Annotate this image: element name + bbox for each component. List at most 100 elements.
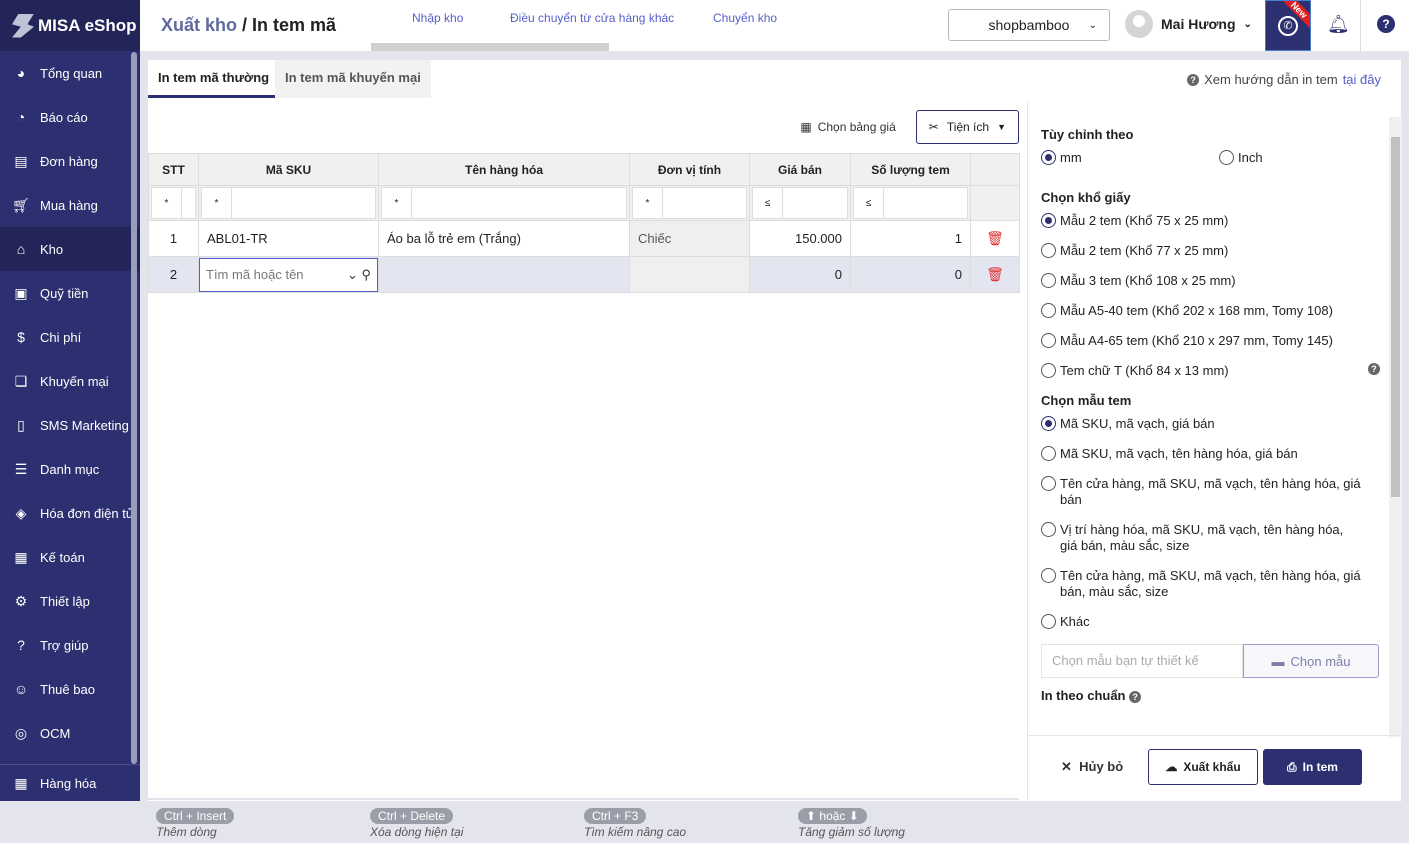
radio-option[interactable]: Mẫu 2 tem (Khổ 75 x 25 mm)	[1041, 213, 1388, 229]
print-label: In tem	[1302, 760, 1338, 774]
shop-selector[interactable]: shopbamboo ⌄	[948, 9, 1110, 41]
bell-icon[interactable]: 🔔︎	[1327, 14, 1350, 35]
print-button[interactable]: ⎙ In tem	[1263, 749, 1362, 785]
sidebar-item[interactable]: ⚙ Thiết lập	[0, 579, 140, 623]
sidebar-item[interactable]: ▦ Kế toán	[0, 535, 140, 579]
sidebar-item[interactable]: ▯ SMS Marketing	[0, 403, 140, 447]
sidebar-item-label: Thiết lập	[40, 593, 90, 609]
column-header[interactable]: STT	[148, 153, 199, 186]
column-filter[interactable]: *	[381, 187, 627, 219]
cancel-button[interactable]: ✕ Hủy bỏ	[1061, 759, 1123, 775]
sku-search-input[interactable]: Tìm mã hoặc tên ⌄ ⚲	[199, 257, 378, 292]
tab-chuyen-kho[interactable]: Chuyển kho	[713, 11, 777, 25]
sidebar-item[interactable]: 🛒︎ Mua hàng	[0, 183, 140, 227]
shortcut-quantity: ⬆ hoặc ⬇ Tăng giảm số lượng	[798, 808, 905, 839]
user-menu[interactable]: Mai Hương ⌄	[1125, 10, 1252, 38]
cell-sku[interactable]: ABL01-TR	[198, 220, 379, 257]
sidebar-item[interactable]: ▤ Đơn hàng	[0, 139, 140, 183]
column-filter[interactable]: *	[201, 187, 376, 219]
column-filter[interactable]: ≤	[752, 187, 848, 219]
cell-qty[interactable]: 1	[850, 220, 971, 257]
trash-icon[interactable]: 🗑︎	[970, 256, 1020, 293]
column-filter[interactable]: ≤	[853, 187, 968, 219]
cell-price[interactable]: 150.000	[749, 220, 851, 257]
sidebar-item[interactable]: ◈ Hóa đơn điện tử	[0, 491, 140, 535]
radio-option[interactable]: Mẫu A4-65 tem (Khổ 210 x 297 mm, Tomy 14…	[1041, 333, 1388, 349]
breadcrumb-parent[interactable]: Xuất kho	[161, 15, 237, 35]
utilities-dropdown[interactable]: ✂ Tiện ích ▼	[915, 110, 1019, 144]
filter-operator[interactable]: ≤	[753, 188, 783, 218]
filter-operator[interactable]: ≤	[854, 188, 884, 218]
radio-label: Mã SKU, mã vạch, tên hàng hóa, giá bán	[1060, 446, 1298, 461]
trash-icon[interactable]: 🗑︎	[970, 220, 1020, 257]
column-filter[interactable]: *	[151, 187, 196, 219]
tab-normal-label[interactable]: In tem mã thường	[148, 60, 280, 98]
sidebar-item[interactable]: $ Chi phí	[0, 315, 140, 359]
panel-scrollbar[interactable]	[1389, 117, 1402, 737]
sidebar-item[interactable]: ☺ Thuê bao	[0, 667, 140, 711]
search-icon[interactable]: ⌄ ⚲	[347, 267, 371, 283]
close-icon: ✕	[1061, 759, 1072, 774]
hotline-button[interactable]: ✆ New	[1265, 0, 1311, 51]
radio-option[interactable]: Mẫu A5-40 tem (Khổ 202 x 168 mm, Tomy 10…	[1041, 303, 1388, 319]
sidebar-item[interactable]: ? Trợ giúp	[0, 623, 140, 667]
tab-promo-label[interactable]: In tem mã khuyến mại	[275, 60, 431, 98]
column-header[interactable]: Số lượng tem	[850, 153, 971, 186]
sidebar-item[interactable]: ▣ Quỹ tiền	[0, 271, 140, 315]
radio-mm[interactable]: mm	[1041, 150, 1219, 166]
guide-link[interactable]: tại đây	[1343, 72, 1381, 87]
cell-qty[interactable]: 0	[850, 256, 971, 293]
filter-operator[interactable]: *	[202, 188, 232, 218]
gear-icon: ⚙	[14, 592, 28, 609]
filter-operator[interactable]: *	[382, 188, 412, 218]
tab-dieu-chuyen[interactable]: Điều chuyển từ cửa hàng khác	[510, 11, 674, 25]
cell-price[interactable]: 0	[749, 256, 851, 293]
custom-template-input[interactable]: Chọn mẫu bạn tự thiết kế	[1041, 644, 1243, 678]
help-icon[interactable]: ?	[1377, 15, 1395, 33]
sidebar-item-goods[interactable]: ▦ Hàng hóa	[0, 764, 140, 801]
logo[interactable]: MISA eShop	[0, 0, 140, 51]
radio-option[interactable]: Tên cửa hàng, mã SKU, mã vạch, tên hàng …	[1041, 568, 1361, 600]
radio-option[interactable]: Vị trí hàng hóa, mã SKU, mã vạch, tên hà…	[1041, 522, 1361, 554]
table-row[interactable]: 1 ABL01-TR Áo ba lỗ trẻ em (Trắng) Chiếc…	[148, 220, 1020, 257]
sidebar-item[interactable]: ◔ Báo cáo	[0, 95, 140, 139]
sidebar-item-label: Đơn hàng	[40, 153, 98, 169]
sidebar-item[interactable]: ⌂ Kho	[0, 227, 140, 271]
radio-option[interactable]: Tên cửa hàng, mã SKU, mã vạch, tên hàng …	[1041, 476, 1361, 508]
column-header[interactable]: Mã SKU	[198, 153, 379, 186]
radio-option[interactable]: Mã SKU, mã vạch, giá bán	[1041, 416, 1361, 432]
phone-icon: ✆	[1278, 15, 1298, 36]
radio-inch[interactable]: Inch	[1219, 150, 1263, 166]
radio-option[interactable]: Mã SKU, mã vạch, tên hàng hóa, giá bán	[1041, 446, 1361, 462]
sidebar-item[interactable]: ❏ Khuyến mại	[0, 359, 140, 403]
filter-operator[interactable]: *	[633, 188, 663, 218]
radio-option[interactable]: Mẫu 2 tem (Khổ 77 x 25 mm)	[1041, 243, 1388, 259]
cell-name[interactable]: Áo ba lỗ trẻ em (Trắng)	[378, 220, 630, 257]
radio-option[interactable]: Tem chữ T (Khổ 84 x 13 mm)?	[1041, 363, 1388, 379]
sidebar-item[interactable]: ☰ Danh mục	[0, 447, 140, 491]
export-button[interactable]: ☁ Xuất khẩu	[1148, 749, 1258, 785]
column-header[interactable]: Tên hàng hóa	[378, 153, 630, 186]
radio-option[interactable]: Mẫu 3 tem (Khổ 108 x 25 mm)	[1041, 273, 1388, 289]
sidebar-item-label: Chi phí	[40, 329, 82, 345]
column-filter[interactable]: *	[632, 187, 747, 219]
column-header[interactable]: Đơn vị tính	[629, 153, 750, 186]
radio-icon	[1041, 363, 1056, 378]
choose-price-table-button[interactable]: ▦ Chọn bảng giá	[800, 120, 895, 134]
question-icon[interactable]: ?	[1129, 691, 1142, 703]
sidebar-item[interactable]: ◎ OCM	[0, 711, 140, 755]
sidebar-scrollbar[interactable]	[131, 52, 137, 764]
radio-icon	[1041, 213, 1056, 228]
chevron-down-icon: ⌄	[1243, 18, 1252, 30]
sidebar-item-label: Khuyến mại	[40, 373, 109, 389]
radio-option[interactable]: Khác	[1041, 614, 1361, 630]
column-header[interactable]: Giá bán	[749, 153, 851, 186]
filter-operator[interactable]: *	[152, 188, 182, 218]
table-row[interactable]: 2 Tìm mã hoặc tên ⌄ ⚲ 0 0 🗑︎	[148, 256, 1020, 293]
radio-label: Mẫu A5-40 tem (Khổ 202 x 168 mm, Tomy 10…	[1060, 303, 1333, 318]
tab-nhap-kho[interactable]: Nhập kho	[412, 11, 463, 25]
shortcut-desc: Tăng giảm số lượng	[798, 825, 905, 839]
choose-template-button[interactable]: ▬ Chọn mẫu	[1243, 644, 1379, 678]
question-icon[interactable]: ?	[1368, 363, 1380, 375]
sidebar-item[interactable]: ◕ Tổng quan	[0, 51, 140, 95]
